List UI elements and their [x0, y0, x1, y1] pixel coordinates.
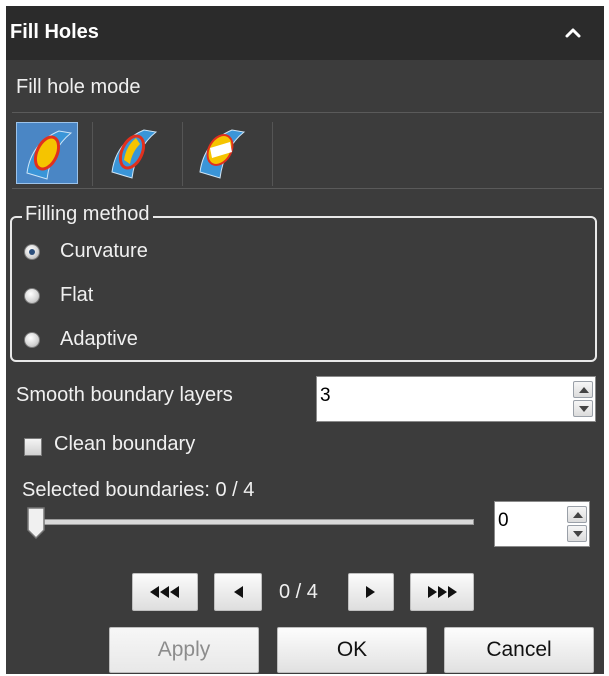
filling-method-legend: Filling method — [22, 203, 153, 226]
panel-title: Fill Holes — [10, 21, 99, 43]
radio-label: Adaptive — [60, 328, 138, 350]
spin-up-button[interactable] — [573, 381, 593, 398]
radio-label: Flat — [60, 284, 94, 306]
arrow-down-icon — [579, 406, 589, 412]
arrow-up-icon — [579, 387, 589, 393]
smooth-boundary-spinbox[interactable]: 3 — [316, 376, 596, 422]
spin-down-button[interactable] — [567, 525, 587, 542]
boundary-counter: 0 / 4 — [279, 581, 318, 603]
arrow-down-icon — [573, 531, 583, 537]
boundary-slider-thumb[interactable] — [26, 506, 46, 540]
spin-up-button[interactable] — [567, 506, 587, 523]
spin-down-button[interactable] — [573, 400, 593, 417]
smooth-boundary-label: Smooth boundary layers — [16, 384, 233, 406]
clean-boundary-label: Clean boundary — [54, 433, 196, 455]
fill-hole-mode-label: Fill hole mode — [16, 76, 141, 98]
fill-hole-full-icon — [26, 130, 73, 180]
radio-button[interactable] — [24, 244, 40, 260]
mode-button-partial[interactable] — [102, 122, 164, 184]
mode-button-full[interactable] — [16, 122, 78, 184]
next-boundary-button[interactable] — [348, 573, 394, 611]
mode-button-bridge[interactable] — [190, 122, 252, 184]
divider — [92, 122, 93, 186]
boundary-slider-track[interactable] — [34, 519, 474, 525]
panel-header[interactable]: Fill Holes — [6, 6, 604, 60]
previous-icon — [234, 586, 243, 598]
arrow-up-icon — [573, 512, 583, 518]
next-icon — [366, 586, 375, 598]
last-icon — [428, 586, 457, 598]
apply-button[interactable]: Apply — [109, 627, 259, 673]
boundary-index-value[interactable]: 0 — [498, 510, 509, 532]
selected-boundaries-label: Selected boundaries: 0 / 4 — [22, 479, 255, 501]
previous-boundary-button[interactable] — [214, 573, 262, 611]
divider — [182, 122, 183, 186]
divider — [272, 122, 273, 186]
smooth-boundary-value[interactable]: 3 — [320, 385, 331, 407]
first-boundary-button[interactable] — [132, 573, 198, 611]
radio-button[interactable] — [24, 288, 40, 304]
clean-boundary-checkbox[interactable] — [24, 438, 42, 456]
last-boundary-button[interactable] — [410, 573, 474, 611]
fill-hole-partial-icon — [111, 129, 158, 179]
first-icon — [150, 586, 179, 598]
fill-hole-bridge-icon — [199, 129, 246, 179]
divider — [12, 188, 602, 189]
radio-label: Curvature — [60, 240, 148, 262]
boundary-index-spinbox[interactable]: 0 — [494, 501, 590, 547]
cancel-button[interactable]: Cancel — [444, 627, 594, 673]
ok-button[interactable]: OK — [277, 627, 427, 673]
radio-button[interactable] — [24, 332, 40, 348]
chevron-up-icon[interactable] — [562, 24, 584, 42]
fill-holes-panel: Fill Holes Fill hole mode Filling method — [6, 6, 604, 674]
divider — [12, 112, 602, 113]
